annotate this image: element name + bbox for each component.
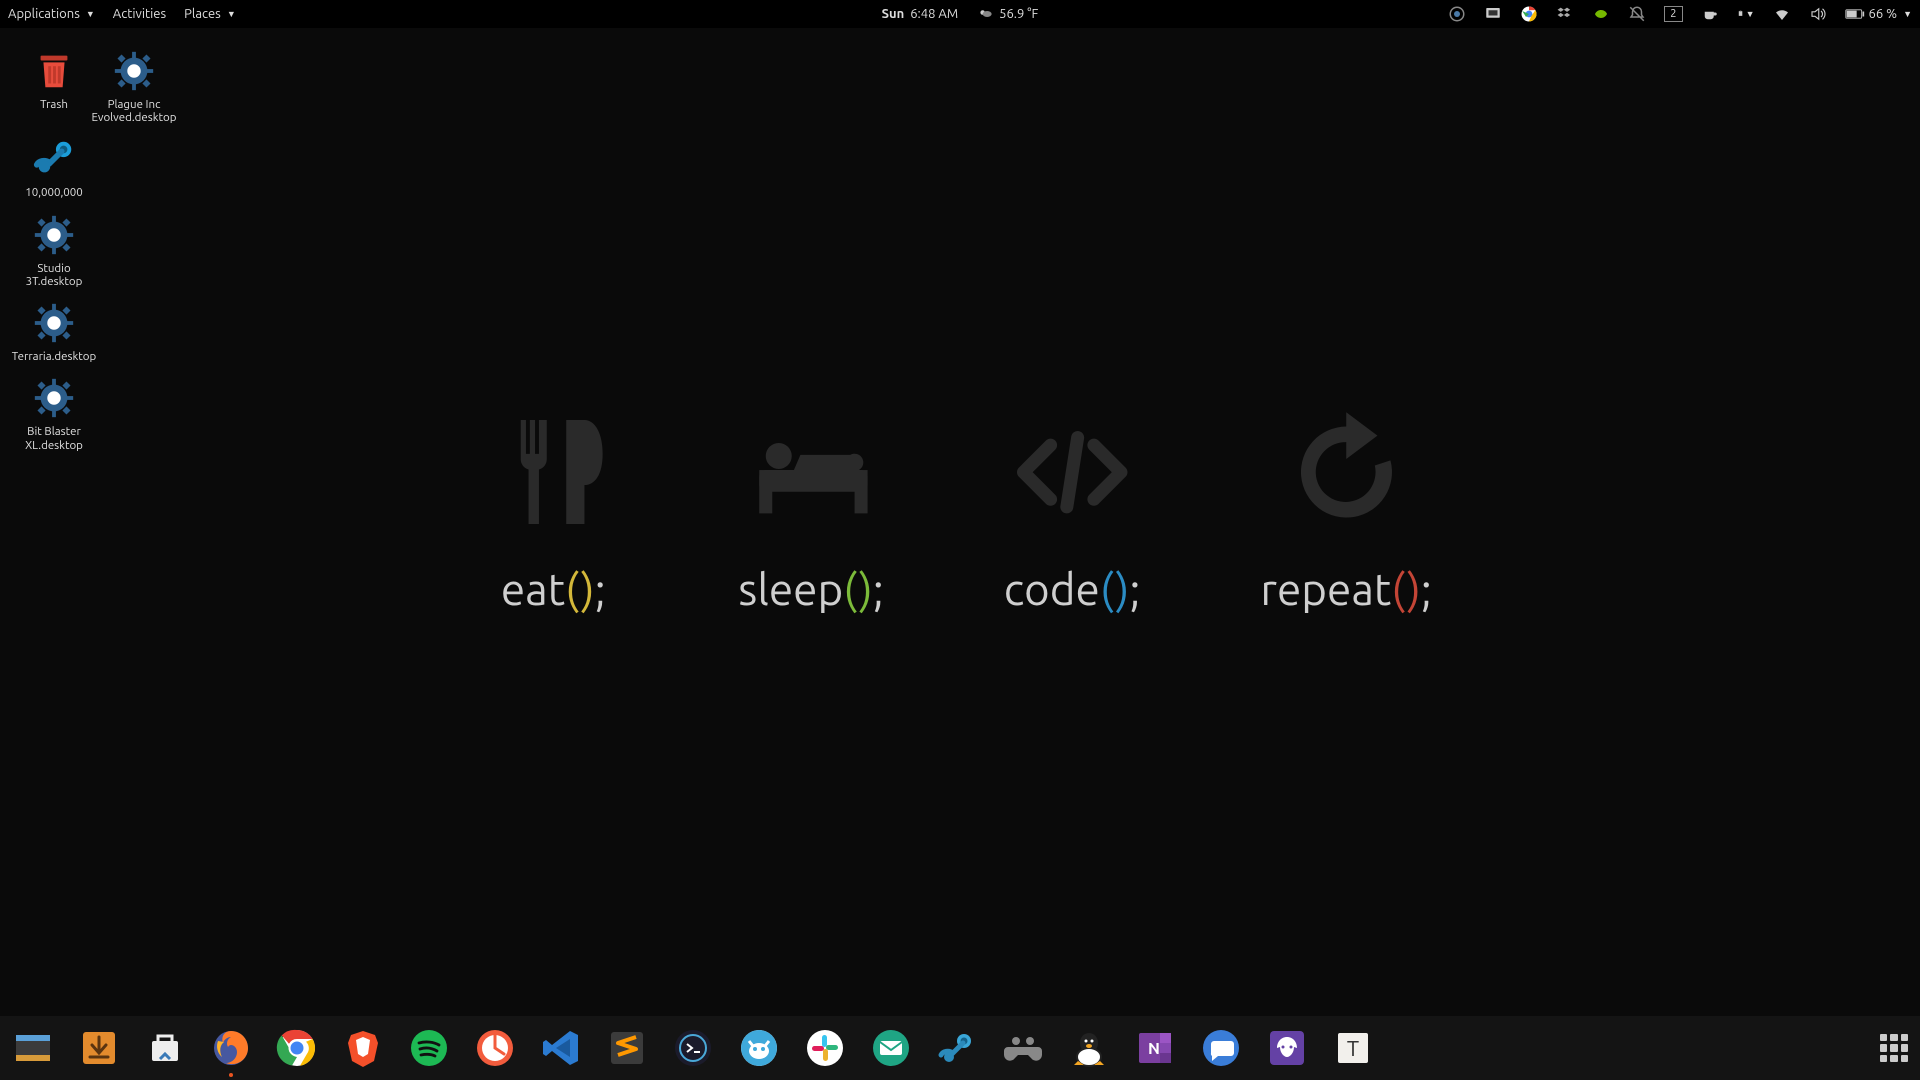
dock-files[interactable] xyxy=(12,1027,54,1069)
dropbox-icon[interactable] xyxy=(1556,5,1574,23)
svg-text:N: N xyxy=(1148,1040,1160,1058)
nvidia-icon[interactable] xyxy=(1592,5,1610,23)
clock-day: Sun xyxy=(882,7,905,21)
battery-icon xyxy=(1845,8,1865,20)
places-label: Places xyxy=(184,7,221,21)
dock-brave[interactable] xyxy=(342,1027,384,1069)
chevron-down-icon: ▼ xyxy=(1746,9,1755,19)
workspace-indicator[interactable]: 2 xyxy=(1664,6,1682,22)
caffeine-icon[interactable] xyxy=(1701,5,1719,23)
desktop-icon-label: Bit Blaster XL.desktop xyxy=(14,425,94,451)
sleep-icon xyxy=(746,407,876,537)
dock-mail[interactable] xyxy=(870,1027,912,1069)
dock-spotify[interactable] xyxy=(408,1027,450,1069)
places-menu[interactable]: Places ▼ xyxy=(184,7,236,21)
repeat-icon xyxy=(1281,407,1411,537)
chevron-down-icon: ▼ xyxy=(227,9,236,19)
desktop-icon-label: Trash xyxy=(40,98,68,111)
activities-button[interactable]: Activities xyxy=(113,7,166,21)
clipboard-icon[interactable]: ▼ xyxy=(1737,5,1755,23)
dock-chrome[interactable] xyxy=(276,1027,318,1069)
desktop-icon-terraria[interactable]: Terraria.desktop xyxy=(14,294,94,363)
applications-menu[interactable]: Applications ▼ xyxy=(8,7,95,21)
eat-icon xyxy=(488,407,618,537)
gear-icon xyxy=(111,48,157,94)
top-panel: Applications ▼ Activities Places ▼ Sun 6:4… xyxy=(0,0,1920,28)
wallpaper-art: eat(); sleep(); code(); repeat(); xyxy=(488,407,1432,616)
weather-indicator[interactable]: 56.9 °F xyxy=(976,5,1038,23)
dock-sublime[interactable] xyxy=(606,1027,648,1069)
gear-icon xyxy=(31,375,77,421)
desktop-icon-bitblaster[interactable]: Bit Blaster XL.desktop xyxy=(14,369,94,451)
wallpaper-fn: sleep xyxy=(738,565,843,614)
wallpaper-fn: code xyxy=(1004,565,1100,614)
desktop-icon-trash[interactable]: Trash xyxy=(14,42,94,124)
battery-indicator[interactable]: 66 % ▼ xyxy=(1845,7,1913,21)
dock-vscode[interactable] xyxy=(540,1027,582,1069)
dock-download[interactable] xyxy=(78,1027,120,1069)
weather-icon xyxy=(976,5,994,23)
trash-icon xyxy=(31,48,77,94)
display-icon[interactable] xyxy=(1484,5,1502,23)
desktop[interactable]: Trash Plague Inc Evolved.desktop 10,000,… xyxy=(0,28,1920,1016)
gear-icon xyxy=(31,212,77,258)
desktop-icon-studio3t[interactable]: Studio 3T.desktop xyxy=(14,206,94,288)
desktop-icon-label: Studio 3T.desktop xyxy=(14,262,94,288)
wallpaper-fn: eat xyxy=(501,565,565,614)
desktop-icon-label: Plague Inc Evolved.desktop xyxy=(92,98,177,124)
chevron-down-icon: ▼ xyxy=(86,9,95,19)
dock-typora[interactable]: T xyxy=(1332,1027,1374,1069)
chevron-down-icon: ▼ xyxy=(1903,9,1912,19)
volume-icon[interactable] xyxy=(1809,5,1827,23)
code-icon xyxy=(1007,407,1137,537)
steam-icon xyxy=(31,136,77,182)
clock-time: 6:48 AM xyxy=(910,7,958,21)
dock: N T xyxy=(0,1016,1920,1080)
clock[interactable]: Sun 6:48 AM xyxy=(882,7,959,21)
desktop-icon-label: 10,000,000 xyxy=(25,186,83,199)
desktop-icon-label: Terraria.desktop xyxy=(12,350,96,363)
battery-percent: 66 % xyxy=(1869,7,1898,21)
activities-label: Activities xyxy=(113,7,166,21)
dock-steam[interactable] xyxy=(936,1027,978,1069)
dock-onenote[interactable]: N xyxy=(1134,1027,1176,1069)
dock-media[interactable] xyxy=(474,1027,516,1069)
wallpaper-fn: repeat xyxy=(1260,565,1391,614)
wifi-icon[interactable] xyxy=(1773,5,1791,23)
show-applications-button[interactable] xyxy=(1880,1034,1908,1062)
sync-icon[interactable] xyxy=(1448,5,1466,23)
dock-retroarch[interactable] xyxy=(1002,1027,1044,1069)
dock-rambox[interactable] xyxy=(738,1027,780,1069)
dock-software[interactable] xyxy=(144,1027,186,1069)
notifications-icon[interactable] xyxy=(1628,5,1646,23)
desktop-icon-tenmillion[interactable]: 10,000,000 xyxy=(14,130,94,199)
gear-icon xyxy=(31,300,77,346)
desktop-icon-plague[interactable]: Plague Inc Evolved.desktop xyxy=(94,42,174,124)
chrome-tray-icon[interactable] xyxy=(1520,5,1538,23)
dock-tux[interactable] xyxy=(1068,1027,1110,1069)
dock-messages[interactable] xyxy=(1200,1027,1242,1069)
dock-firefox[interactable] xyxy=(210,1027,252,1069)
dock-slack[interactable] xyxy=(804,1027,846,1069)
weather-temp: 56.9 °F xyxy=(999,7,1038,21)
svg-text:T: T xyxy=(1347,1036,1359,1061)
dock-termius[interactable] xyxy=(672,1027,714,1069)
dock-gitkraken[interactable] xyxy=(1266,1027,1308,1069)
applications-label: Applications xyxy=(8,7,80,21)
